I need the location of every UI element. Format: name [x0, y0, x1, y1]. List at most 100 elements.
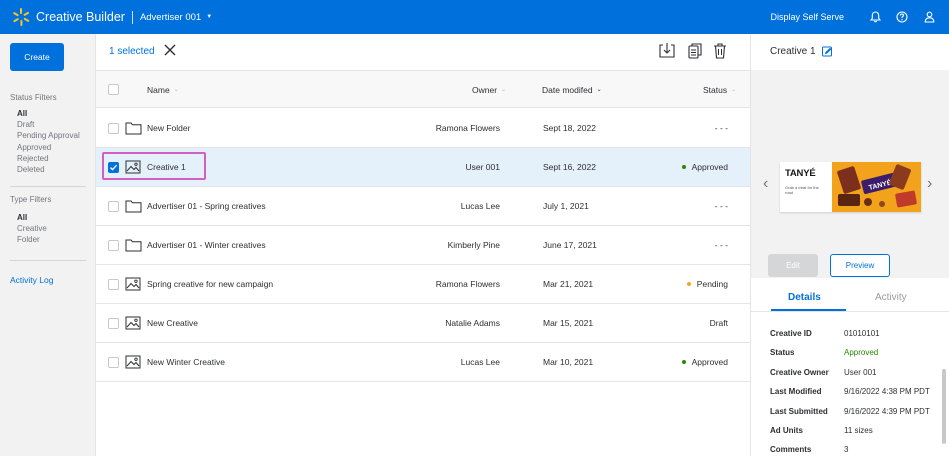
column-name-label: Name: [147, 84, 170, 95]
selected-count: 1 selected: [109, 46, 155, 57]
row-date: Sept 16, 2022: [543, 162, 596, 172]
table-row[interactable]: New Creative Natalie Adams Mar 15, 2021 Dra…: [96, 304, 750, 343]
table-row[interactable]: Advertiser 01 - Spring creatives Lucas Le…: [96, 187, 750, 226]
status-filter-deleted[interactable]: Deleted: [17, 164, 80, 175]
row-date: June 17, 2021: [543, 240, 597, 250]
folder-icon: [125, 200, 142, 213]
detail-label: Last Modified: [770, 387, 822, 397]
row-owner: Lucas Lee: [460, 357, 500, 367]
sort-icon: ⌄: [501, 87, 507, 93]
type-filter-creative[interactable]: Creative: [17, 223, 47, 234]
table-header: Name ⌄ Owner ⌄ Date modifed ⌄ Status ⌄: [96, 71, 750, 108]
selection-highlight: [102, 152, 206, 180]
creative-preview: ‹ › TANYÉ Grab a treat for the road TANY…: [751, 70, 949, 278]
display-self-serve-link[interactable]: Display Self Serve: [770, 12, 844, 22]
row-status: Draft: [710, 304, 728, 342]
trash-icon[interactable]: [712, 42, 728, 60]
panel-scrollbar[interactable]: [942, 369, 946, 444]
detail-value: 3: [844, 445, 849, 455]
row-checkbox[interactable]: [108, 240, 119, 251]
detail-value: Approved: [844, 348, 879, 358]
close-icon[interactable]: [163, 43, 177, 57]
row-owner: Lucas Lee: [460, 201, 500, 211]
row-checkbox[interactable]: [108, 357, 119, 368]
detail-label: Creative ID: [770, 329, 812, 338]
spark-logo-icon: [12, 8, 30, 26]
row-owner: User 001: [465, 162, 501, 172]
left-sidebar: Create Status Filters All Draft Pending …: [0, 34, 96, 456]
row-name[interactable]: Spring creative for new campaign: [147, 265, 273, 303]
row-name[interactable]: New Winter Creative: [147, 343, 225, 381]
row-status-text: Pending: [696, 279, 728, 289]
row-status-text: - - -: [714, 123, 728, 133]
preview-button[interactable]: Preview: [830, 254, 890, 277]
detail-value: 9/16/2022 4:38 PM PDT: [844, 387, 930, 397]
status-filter-pending-approval[interactable]: Pending Approval: [17, 130, 80, 141]
table-row[interactable]: Spring creative for new campaign Ramona F…: [96, 265, 750, 304]
user-icon[interactable]: [922, 10, 936, 24]
sort-icon: ⌄: [173, 87, 179, 93]
detail-value: 01010101: [844, 329, 880, 338]
detail-label: Ad Units: [770, 426, 803, 435]
row-name[interactable]: New Creative: [147, 304, 198, 342]
row-date: Mar 15, 2021: [543, 318, 594, 328]
account-switcher[interactable]: Advertiser 001 ▼: [140, 12, 212, 23]
image-icon: [125, 355, 141, 369]
type-filter-folder[interactable]: Folder: [17, 234, 47, 245]
row-checkbox[interactable]: [108, 279, 119, 290]
type-filter-list: All Creative Folder: [17, 212, 47, 246]
row-date: Mar 21, 2021: [543, 279, 594, 289]
column-owner-label: Owner: [472, 84, 498, 95]
detail-label: Comments: [770, 445, 812, 455]
column-status[interactable]: Status ⌄: [703, 71, 736, 108]
tab-details[interactable]: Details: [788, 292, 821, 303]
row-name[interactable]: Advertiser 01 - Winter creatives: [147, 226, 266, 264]
status-filter-rejected[interactable]: Rejected: [17, 153, 80, 164]
row-checkbox[interactable]: [108, 201, 119, 212]
chevron-down-icon: ▼: [206, 14, 213, 20]
help-icon[interactable]: [895, 10, 909, 24]
table-row[interactable]: New Winter Creative Lucas Lee Mar 10, 2021…: [96, 343, 750, 382]
app-title: Creative Builder: [36, 10, 125, 24]
tab-activity[interactable]: Activity: [875, 292, 907, 303]
activity-log-link[interactable]: Activity Log: [10, 275, 53, 285]
chevron-left-icon[interactable]: ‹: [763, 175, 768, 193]
edit-pencil-icon[interactable]: [821, 46, 833, 57]
status-filter-draft[interactable]: Draft: [17, 119, 80, 130]
sidebar-divider: [10, 260, 86, 261]
panel-title-text: Creative 1: [770, 46, 816, 57]
download-icon[interactable]: [659, 42, 675, 60]
column-status-label: Status: [703, 84, 728, 95]
row-status-text: Draft: [709, 318, 728, 328]
column-name[interactable]: Name ⌄: [147, 71, 179, 108]
row-checkbox[interactable]: [108, 123, 119, 134]
column-owner[interactable]: Owner ⌄: [472, 71, 506, 108]
status-filter-approved[interactable]: Approved: [17, 142, 80, 153]
row-date: July 1, 2021: [543, 201, 589, 211]
chevron-right-icon[interactable]: ›: [927, 175, 932, 193]
select-all-checkbox[interactable]: [108, 84, 119, 95]
top-bar: Creative Builder Advertiser 001 ▼ Displa…: [0, 0, 949, 34]
detail-value: 11 sizes: [844, 426, 873, 435]
row-date: Sept 18, 2022: [543, 123, 596, 133]
status-filter-all[interactable]: All: [17, 108, 80, 119]
row-checkbox[interactable]: [108, 318, 119, 329]
edit-button[interactable]: Edit: [768, 254, 818, 277]
row-name[interactable]: New Folder: [147, 109, 190, 147]
table-row[interactable]: New Folder Ramona Flowers Sept 18, 2022 - -…: [96, 109, 750, 148]
column-date-modified[interactable]: Date modifed ⌄: [542, 71, 602, 108]
banner-product-image: TANYÉ: [832, 162, 921, 212]
image-icon: [125, 316, 141, 330]
sidebar-divider: [10, 186, 86, 187]
create-button[interactable]: Create: [10, 43, 64, 71]
type-filter-all[interactable]: All: [17, 212, 47, 223]
status-filters-title: Status Filters: [10, 93, 57, 102]
bell-icon[interactable]: [868, 10, 882, 24]
panel-title: Creative 1: [770, 46, 833, 57]
table-row[interactable]: Advertiser 01 - Winter creatives Kimberly…: [96, 226, 750, 265]
table-row[interactable]: Creative 1 User 001 Sept 16, 2022 Approved: [96, 148, 750, 187]
column-date-label: Date modifed: [542, 84, 593, 95]
copy-icon[interactable]: [687, 42, 703, 60]
row-owner: Ramona Flowers: [435, 123, 500, 133]
row-name[interactable]: Advertiser 01 - Spring creatives: [147, 187, 266, 225]
